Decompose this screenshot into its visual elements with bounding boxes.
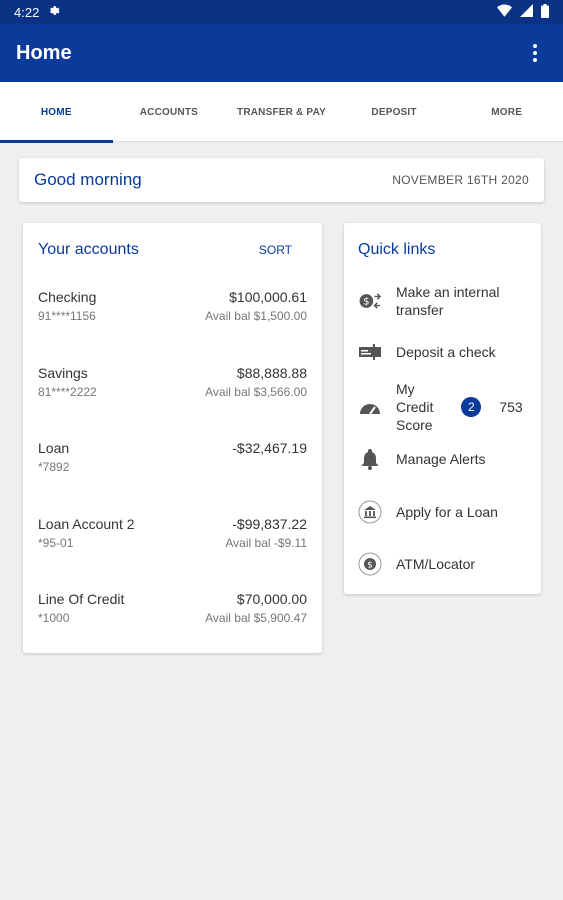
- account-name: Checking: [38, 289, 97, 305]
- account-number: *95-01: [38, 535, 74, 550]
- svg-text:$: $: [367, 561, 373, 571]
- bell-icon: [358, 447, 382, 471]
- tab-transfer-pay[interactable]: TRANSFER & PAY: [225, 82, 338, 142]
- account-name: Savings: [38, 364, 88, 381]
- signal-icon: [520, 4, 533, 20]
- credit-label-line: My: [396, 381, 415, 397]
- gauge-icon: [358, 395, 382, 419]
- app-bar: Home: [0, 24, 563, 82]
- accounts-card: Your accounts SORT Checking 91****1156 $…: [23, 223, 322, 653]
- quick-link-label: Make an internal transfer: [396, 284, 500, 318]
- account-balance: $88,888.88: [236, 364, 307, 381]
- account-number: 91****1156: [38, 309, 96, 323]
- page-title: Home: [16, 41, 72, 64]
- account-available: Avail bal $3,566.00: [205, 384, 307, 399]
- atm-icon: $: [358, 552, 382, 576]
- greeting-text: Good morning: [34, 170, 142, 189]
- tab-deposit[interactable]: DEPOSIT: [338, 82, 451, 142]
- account-number: *7892: [38, 460, 70, 474]
- quick-link-label: ATM/Locator: [396, 556, 476, 572]
- accounts-header: Your accounts SORT: [38, 241, 307, 259]
- settings-icon: [47, 4, 60, 20]
- account-available: Avail bal $1,500.00: [205, 309, 307, 323]
- quick-link-manage-alerts[interactable]: Manage Alerts: [358, 447, 527, 471]
- account-number: *1000: [38, 611, 70, 625]
- battery-icon: [541, 3, 549, 21]
- tab-bar: HOME ACCOUNTS TRANSFER & PAY DEPOSIT MOR…: [0, 82, 563, 143]
- account-name: Loan: [38, 440, 70, 456]
- wifi-icon: [497, 4, 512, 20]
- account-balance: $100,000.61: [229, 289, 307, 305]
- quick-link-internal-transfer[interactable]: $ Make an internal transfer: [358, 281, 527, 321]
- svg-text:$: $: [363, 297, 369, 308]
- tab-more[interactable]: MORE: [450, 82, 563, 142]
- account-balance: -$99,837.22: [232, 515, 307, 532]
- system-icons: [497, 3, 549, 21]
- account-name: Line Of Credit: [38, 591, 125, 607]
- greeting-date: NOVEMBER 16TH 2020: [392, 173, 529, 187]
- overflow-menu-icon[interactable]: [523, 41, 547, 65]
- check-icon: [358, 340, 382, 364]
- quick-link-deposit-check[interactable]: Deposit a check: [358, 341, 527, 363]
- status-bar: 4:22: [0, 0, 563, 24]
- account-balance: -$32,467.19: [232, 440, 307, 456]
- account-row-line-of-credit[interactable]: Line Of Credit *1000 $70,000.00 Avail ba…: [38, 591, 307, 667]
- greeting-card: Good morning NOVEMBER 16TH 2020: [19, 158, 544, 202]
- tab-home[interactable]: HOME: [0, 82, 113, 143]
- sort-button[interactable]: SORT: [259, 243, 292, 257]
- accounts-title: Your accounts: [38, 241, 139, 258]
- tab-accounts[interactable]: ACCOUNTS: [113, 82, 226, 142]
- quick-link-label: Apply for a Loan: [396, 504, 498, 520]
- account-row-checking[interactable]: Checking 91****1156 $100,000.61 Avail ba…: [38, 289, 307, 365]
- status-time: 4:22: [14, 4, 40, 20]
- quick-link-credit-score[interactable]: My Credit Score 2 753: [358, 381, 527, 433]
- quick-link-atm-locator[interactable]: $ ATM/Locator: [358, 551, 527, 577]
- account-name: Loan Account 2: [38, 515, 135, 532]
- quick-links-card: Quick links $ Make an internal transfer …: [344, 223, 541, 594]
- bank-icon: [358, 500, 382, 524]
- credit-label-line: Score: [396, 417, 433, 433]
- account-row-loan-account-2[interactable]: Loan Account 2 *95-01 -$99,837.22 Avail …: [38, 516, 307, 592]
- account-available: Avail bal $5,900.47: [205, 611, 307, 625]
- account-balance: $70,000.00: [236, 591, 307, 607]
- quick-link-apply-loan[interactable]: Apply for a Loan: [358, 499, 527, 525]
- credit-score-value: 753: [499, 399, 523, 415]
- quick-link-label: Deposit a check: [396, 344, 496, 360]
- account-row-loan[interactable]: Loan *7892 -$32,467.19: [38, 440, 307, 516]
- account-row-savings[interactable]: Savings 81****2222 $88,888.88 Avail bal …: [38, 365, 307, 441]
- quick-link-label: My Credit Score: [396, 380, 433, 434]
- transfer-icon: $: [358, 289, 382, 313]
- credit-label-line: Credit: [396, 399, 434, 415]
- credit-score-badge: 2: [461, 397, 482, 417]
- account-number: 81****2222: [38, 384, 97, 399]
- account-available: Avail bal -$9.11: [225, 535, 307, 550]
- quick-link-label: Manage Alerts: [396, 451, 486, 467]
- quick-links-title: Quick links: [358, 241, 436, 258]
